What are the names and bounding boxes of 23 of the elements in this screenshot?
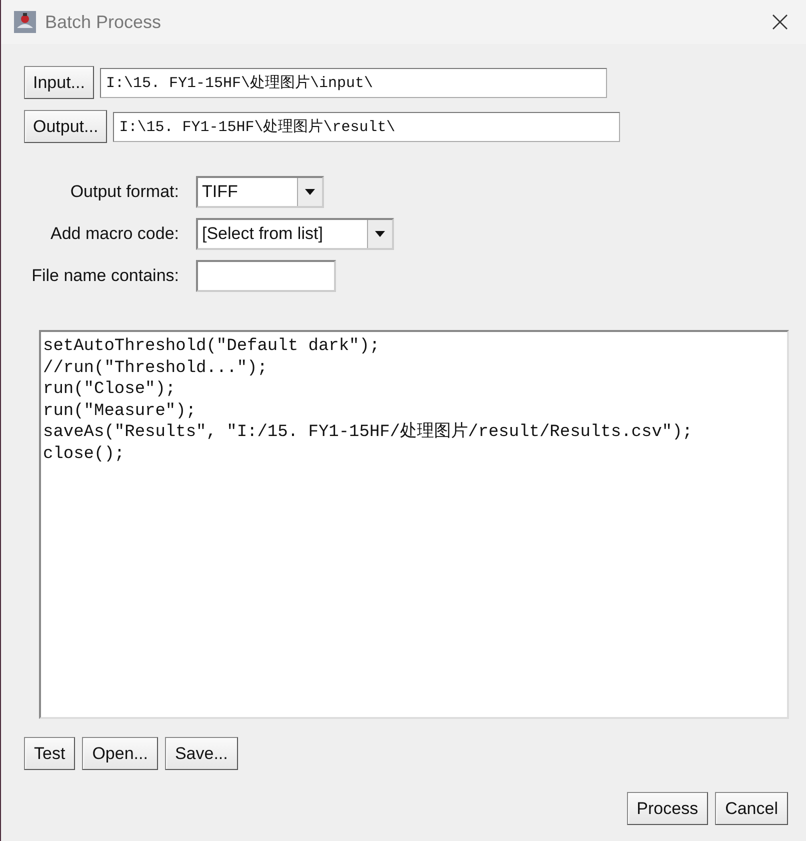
close-icon[interactable]	[772, 14, 788, 30]
editor-button[interactable]: Test	[24, 737, 76, 770]
caret-icon	[305, 189, 315, 195]
field-label: File name contains:	[30, 266, 179, 286]
input-path-field[interactable]: I:\15. FY1-15HF\处理图片\input\	[100, 68, 607, 98]
window-title: Batch Process	[45, 12, 162, 32]
dropdown[interactable]: TIFF	[196, 176, 324, 208]
output-button[interactable]: Output...	[24, 110, 108, 143]
dialog-button[interactable]: Process	[626, 792, 708, 825]
field-label: Add macro code:	[49, 224, 179, 244]
editor-button[interactable]: Open...	[82, 737, 158, 770]
macro-editor[interactable]: setAutoThreshold("Default dark"); //run("Threshold..."); run("Close"); run("Measure"); saveAs("Results", "I:/15. FY1-15HF/处理图片/result/Results.csv"); close();	[39, 330, 789, 719]
dialog-button[interactable]: Cancel	[715, 792, 788, 825]
caret-icon	[375, 231, 385, 237]
dropdown[interactable]: [Select from list]	[196, 218, 394, 250]
editor-button[interactable]: Save...	[164, 737, 238, 770]
dropdown-value: [Select from list]	[201, 223, 324, 245]
macro-code: setAutoThreshold("Default dark"); //run("Threshold..."); run("Close"); run("Measure"); saveAs("Results", "I:/15. FY1-15HF/处理图片/result/Results.csv"); close();	[43, 336, 694, 466]
field-label: Output format:	[69, 182, 179, 202]
output-path-field[interactable]: I:\15. FY1-15HF\处理图片\result\	[113, 112, 620, 142]
dropdown-value: TIFF	[201, 181, 239, 203]
input-button[interactable]: Input...	[24, 66, 94, 99]
text-field[interactable]	[196, 260, 336, 292]
